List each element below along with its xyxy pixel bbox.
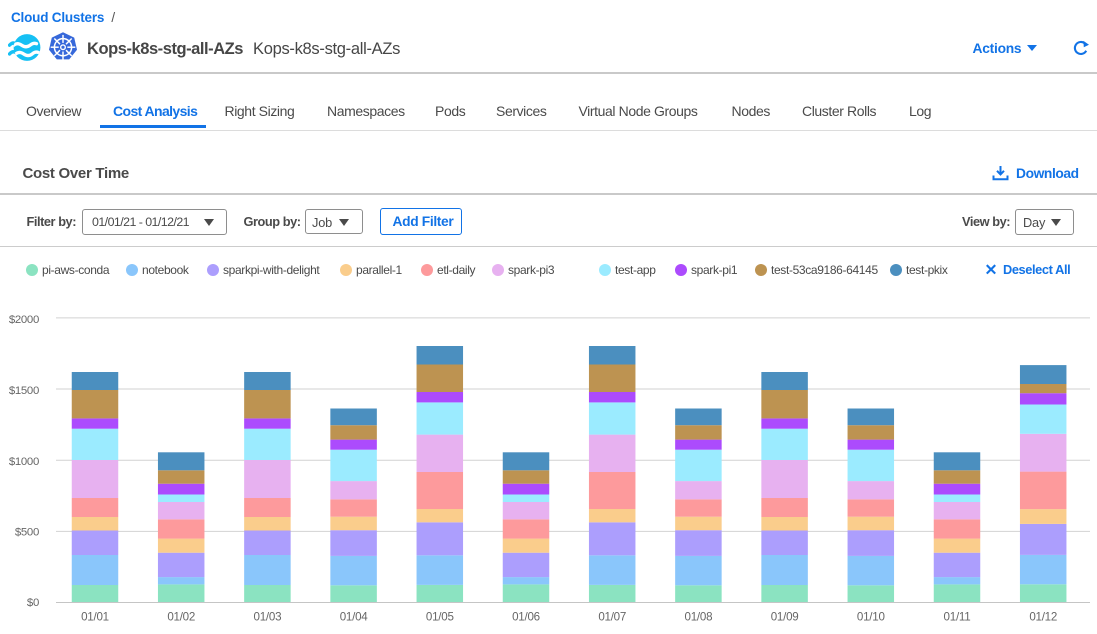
svg-text:01/06: 01/06 (512, 611, 540, 624)
svg-text:01/11: 01/11 (944, 611, 971, 624)
svg-text:01/04: 01/04 (340, 611, 369, 624)
svg-text:01/01: 01/01 (81, 611, 109, 624)
svg-text:$500: $500 (15, 526, 39, 538)
svg-text:01/10: 01/10 (857, 611, 885, 624)
svg-text:$1500: $1500 (9, 385, 39, 397)
svg-text:01/12: 01/12 (1029, 611, 1057, 624)
svg-text:01/05: 01/05 (426, 611, 454, 624)
svg-text:01/02: 01/02 (167, 611, 195, 624)
svg-text:$2000: $2000 (9, 314, 39, 326)
svg-text:$0: $0 (27, 597, 39, 609)
svg-text:01/07: 01/07 (598, 611, 626, 624)
svg-text:$1000: $1000 (9, 456, 39, 468)
svg-text:01/08: 01/08 (685, 611, 713, 624)
svg-text:01/09: 01/09 (771, 611, 799, 624)
svg-text:01/03: 01/03 (254, 611, 282, 624)
